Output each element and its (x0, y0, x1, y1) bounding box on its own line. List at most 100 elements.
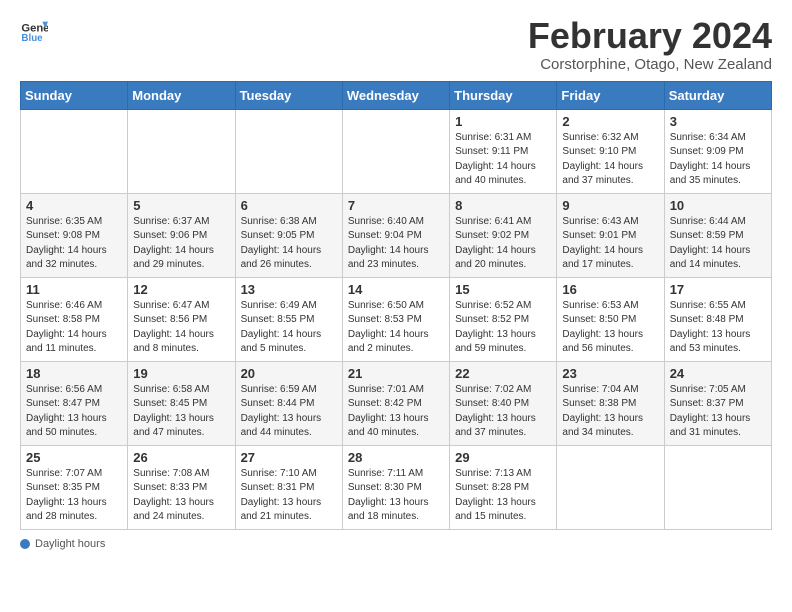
calendar-day-cell (21, 109, 128, 193)
day-number: 6 (241, 198, 337, 213)
day-info: Sunrise: 7:07 AM Sunset: 8:35 PM Dayligh… (26, 467, 122, 525)
weekday-header-cell: Monday (128, 81, 235, 109)
calendar-day-cell: 10 Sunrise: 6:44 AM Sunset: 8:59 PM Dayli… (664, 193, 771, 277)
day-info: Sunrise: 6:38 AM Sunset: 9:05 PM Dayligh… (241, 215, 337, 273)
day-number: 26 (133, 450, 229, 465)
calendar-day-cell: 26 Sunrise: 7:08 AM Sunset: 8:33 PM Dayli… (128, 445, 235, 529)
calendar-day-cell: 14 Sunrise: 6:50 AM Sunset: 8:53 PM Dayli… (342, 277, 449, 361)
calendar-day-cell (557, 445, 664, 529)
day-number: 28 (348, 450, 444, 465)
day-number: 19 (133, 366, 229, 381)
calendar-day-cell: 1 Sunrise: 6:31 AM Sunset: 9:11 PM Daylig… (450, 109, 557, 193)
calendar-day-cell: 24 Sunrise: 7:05 AM Sunset: 8:37 PM Dayli… (664, 361, 771, 445)
weekday-header-cell: Friday (557, 81, 664, 109)
day-info: Sunrise: 6:43 AM Sunset: 9:01 PM Dayligh… (562, 215, 658, 273)
logo: General Blue (20, 16, 48, 44)
calendar-week-row: 4 Sunrise: 6:35 AM Sunset: 9:08 PM Daylig… (21, 193, 772, 277)
daylight-label: Daylight hours (35, 538, 105, 550)
day-info: Sunrise: 7:11 AM Sunset: 8:30 PM Dayligh… (348, 467, 444, 525)
calendar-day-cell: 22Sunrise: 7:02 AM Sunset: 8:40 PM Dayli… (450, 361, 557, 445)
day-number: 21 (348, 366, 444, 381)
day-info: Sunrise: 6:41 AM Sunset: 9:02 PM Dayligh… (455, 215, 551, 273)
calendar-table: SundayMondayTuesdayWednesdayThursdayFrid… (20, 81, 772, 530)
day-number: 29 (455, 450, 551, 465)
calendar-day-cell: 15 Sunrise: 6:52 AM Sunset: 8:52 PM Dayli… (450, 277, 557, 361)
daylight-dot (20, 539, 30, 549)
calendar-footer: Daylight hours (20, 538, 772, 550)
day-number: 1 (455, 114, 551, 129)
calendar-header: SundayMondayTuesdayWednesdayThursdayFrid… (21, 81, 772, 109)
day-info: Sunrise: 6:40 AM Sunset: 9:04 PM Dayligh… (348, 215, 444, 273)
day-number: 7 (348, 198, 444, 213)
day-number: 10 (670, 198, 766, 213)
day-info: Sunrise: 6:50 AM Sunset: 8:53 PM Dayligh… (348, 299, 444, 357)
day-info: Sunrise: 7:05 AM Sunset: 8:37 PM Dayligh… (670, 383, 766, 441)
calendar-day-cell (235, 109, 342, 193)
calendar-day-cell: 6 Sunrise: 6:38 AM Sunset: 9:05 PM Daylig… (235, 193, 342, 277)
calendar-day-cell: 4 Sunrise: 6:35 AM Sunset: 9:08 PM Daylig… (21, 193, 128, 277)
day-number: 11 (26, 282, 122, 297)
day-info: Sunrise: 6:58 AM Sunset: 8:45 PM Dayligh… (133, 383, 229, 441)
day-info: Sunrise: 6:44 AM Sunset: 8:59 PM Dayligh… (670, 215, 766, 273)
calendar-day-cell: 11 Sunrise: 6:46 AM Sunset: 8:58 PM Dayli… (21, 277, 128, 361)
calendar-day-cell: 21 Sunrise: 7:01 AM Sunset: 8:42 PM Dayli… (342, 361, 449, 445)
day-number: 9 (562, 198, 658, 213)
day-info: Sunrise: 6:49 AM Sunset: 8:55 PM Dayligh… (241, 299, 337, 357)
calendar-day-cell: 8 Sunrise: 6:41 AM Sunset: 9:02 PM Daylig… (450, 193, 557, 277)
day-info: Sunrise: 7:01 AM Sunset: 8:42 PM Dayligh… (348, 383, 444, 441)
day-number: 18 (26, 366, 122, 381)
day-info: Sunrise: 6:53 AM Sunset: 8:50 PM Dayligh… (562, 299, 658, 357)
day-number: 12 (133, 282, 229, 297)
weekday-header-cell: Thursday (450, 81, 557, 109)
calendar-day-cell: 3 Sunrise: 6:34 AM Sunset: 9:09 PM Daylig… (664, 109, 771, 193)
calendar-day-cell: 17Sunrise: 6:55 AM Sunset: 8:48 PM Dayli… (664, 277, 771, 361)
calendar-day-cell: 16 Sunrise: 6:53 AM Sunset: 8:50 PM Dayli… (557, 277, 664, 361)
daylight-legend: Daylight hours (20, 538, 105, 550)
calendar-day-cell: 9 Sunrise: 6:43 AM Sunset: 9:01 PM Daylig… (557, 193, 664, 277)
calendar-day-cell: 19 Sunrise: 6:58 AM Sunset: 8:45 PM Dayli… (128, 361, 235, 445)
calendar-week-row: 25 Sunrise: 7:07 AM Sunset: 8:35 PM Dayli… (21, 445, 772, 529)
weekday-header-cell: Sunday (21, 81, 128, 109)
day-info: Sunrise: 7:13 AM Sunset: 8:28 PM Dayligh… (455, 467, 551, 525)
calendar-body: 1 Sunrise: 6:31 AM Sunset: 9:11 PM Daylig… (21, 109, 772, 529)
day-info: Sunrise: 7:08 AM Sunset: 8:33 PM Dayligh… (133, 467, 229, 525)
day-number: 25 (26, 450, 122, 465)
day-number: 8 (455, 198, 551, 213)
day-info: Sunrise: 7:10 AM Sunset: 8:31 PM Dayligh… (241, 467, 337, 525)
logo-icon: General Blue (20, 16, 48, 44)
day-info: Sunrise: 6:32 AM Sunset: 9:10 PM Dayligh… (562, 131, 658, 189)
calendar-week-row: 11 Sunrise: 6:46 AM Sunset: 8:58 PM Dayli… (21, 277, 772, 361)
calendar-day-cell: 18 Sunrise: 6:56 AM Sunset: 8:47 PM Dayli… (21, 361, 128, 445)
day-info: Sunrise: 6:59 AM Sunset: 8:44 PM Dayligh… (241, 383, 337, 441)
day-number: 17 (670, 282, 766, 297)
day-number: 2 (562, 114, 658, 129)
day-number: 3 (670, 114, 766, 129)
day-info: Sunrise: 6:56 AM Sunset: 8:47 PM Dayligh… (26, 383, 122, 441)
location-subtitle: Corstorphine, Otago, New Zealand (528, 56, 772, 73)
day-info: Sunrise: 6:35 AM Sunset: 9:08 PM Dayligh… (26, 215, 122, 273)
day-number: 15 (455, 282, 551, 297)
day-number: 14 (348, 282, 444, 297)
day-info: Sunrise: 7:02 AM Sunset: 8:40 PM Dayligh… (455, 383, 551, 441)
day-info: Sunrise: 6:34 AM Sunset: 9:09 PM Dayligh… (670, 131, 766, 189)
day-info: Sunrise: 6:52 AM Sunset: 8:52 PM Dayligh… (455, 299, 551, 357)
day-number: 24 (670, 366, 766, 381)
calendar-day-cell: 12 Sunrise: 6:47 AM Sunset: 8:56 PM Dayli… (128, 277, 235, 361)
day-number: 16 (562, 282, 658, 297)
calendar-day-cell: 29 Sunrise: 7:13 AM Sunset: 8:28 PM Dayli… (450, 445, 557, 529)
calendar-day-cell (342, 109, 449, 193)
calendar-day-cell: 5Sunrise: 6:37 AM Sunset: 9:06 PM Daylig… (128, 193, 235, 277)
day-number: 4 (26, 198, 122, 213)
weekday-header-cell: Tuesday (235, 81, 342, 109)
calendar-week-row: 18 Sunrise: 6:56 AM Sunset: 8:47 PM Dayli… (21, 361, 772, 445)
day-info: Sunrise: 6:47 AM Sunset: 8:56 PM Dayligh… (133, 299, 229, 357)
weekday-header-cell: Wednesday (342, 81, 449, 109)
day-info: Sunrise: 6:31 AM Sunset: 9:11 PM Dayligh… (455, 131, 551, 189)
calendar-day-cell (128, 109, 235, 193)
calendar-day-cell: 7 Sunrise: 6:40 AM Sunset: 9:04 PM Daylig… (342, 193, 449, 277)
day-number: 13 (241, 282, 337, 297)
page-header: General Blue February 2024 Corstorphine,… (20, 16, 772, 73)
day-info: Sunrise: 6:46 AM Sunset: 8:58 PM Dayligh… (26, 299, 122, 357)
title-block: February 2024 Corstorphine, Otago, New Z… (528, 16, 772, 73)
calendar-week-row: 1 Sunrise: 6:31 AM Sunset: 9:11 PM Daylig… (21, 109, 772, 193)
